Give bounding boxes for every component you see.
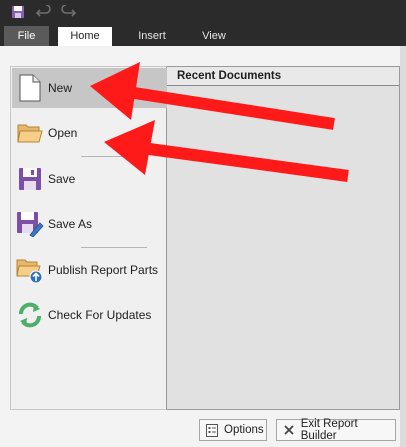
nav-item-check-for-updates[interactable]: Check For Updates [12, 295, 167, 335]
nav-separator [81, 247, 147, 248]
close-icon [282, 423, 296, 437]
recent-documents-title: Recent Documents [167, 67, 399, 86]
nav-label-new: New [48, 81, 73, 95]
nav-label-check-updates: Check For Updates [48, 308, 152, 322]
nav-item-publish-report-parts[interactable]: Publish Report Parts [12, 250, 167, 290]
redo-icon[interactable] [58, 2, 78, 22]
exit-label: Exit Report Builder [300, 418, 358, 442]
undo-icon[interactable] [34, 2, 54, 22]
window-edge [400, 46, 406, 447]
backstage-panel: New Open Save Save As Publish Report Par… [0, 46, 406, 447]
save-icon [16, 164, 44, 194]
backstage-nav: New Open Save Save As Publish Report Par… [10, 66, 167, 410]
nav-label-save: Save [48, 172, 76, 186]
options-icon [205, 423, 219, 437]
ribbon-tabs: File Home Insert View [0, 24, 406, 47]
nav-label-save-as: Save As [48, 217, 93, 231]
nav-label-publish: Publish Report Parts [48, 263, 159, 277]
nav-item-open[interactable]: Open [12, 113, 167, 153]
publish-icon [16, 255, 44, 285]
options-button[interactable]: Options [199, 419, 267, 441]
tab-view[interactable]: View [192, 27, 236, 46]
exit-report-builder-button[interactable]: Exit Report Builder [276, 418, 396, 442]
tab-file[interactable]: File [4, 26, 49, 46]
save-as-icon [16, 209, 44, 239]
recent-documents-pane: Recent Documents [167, 66, 400, 410]
tab-insert[interactable]: Insert [126, 27, 178, 46]
open-folder-icon [16, 118, 44, 148]
save-icon[interactable] [8, 2, 28, 22]
nav-item-save[interactable]: Save [12, 159, 167, 199]
title-bar [0, 0, 406, 24]
options-label: Options [224, 424, 264, 436]
refresh-icon [16, 300, 44, 330]
new-document-icon [16, 73, 44, 103]
nav-item-save-as[interactable]: Save As [12, 204, 167, 244]
nav-label-open: Open [48, 126, 78, 140]
tab-home[interactable]: Home [58, 27, 112, 47]
nav-item-new[interactable]: New [12, 68, 167, 108]
nav-separator [81, 156, 147, 157]
